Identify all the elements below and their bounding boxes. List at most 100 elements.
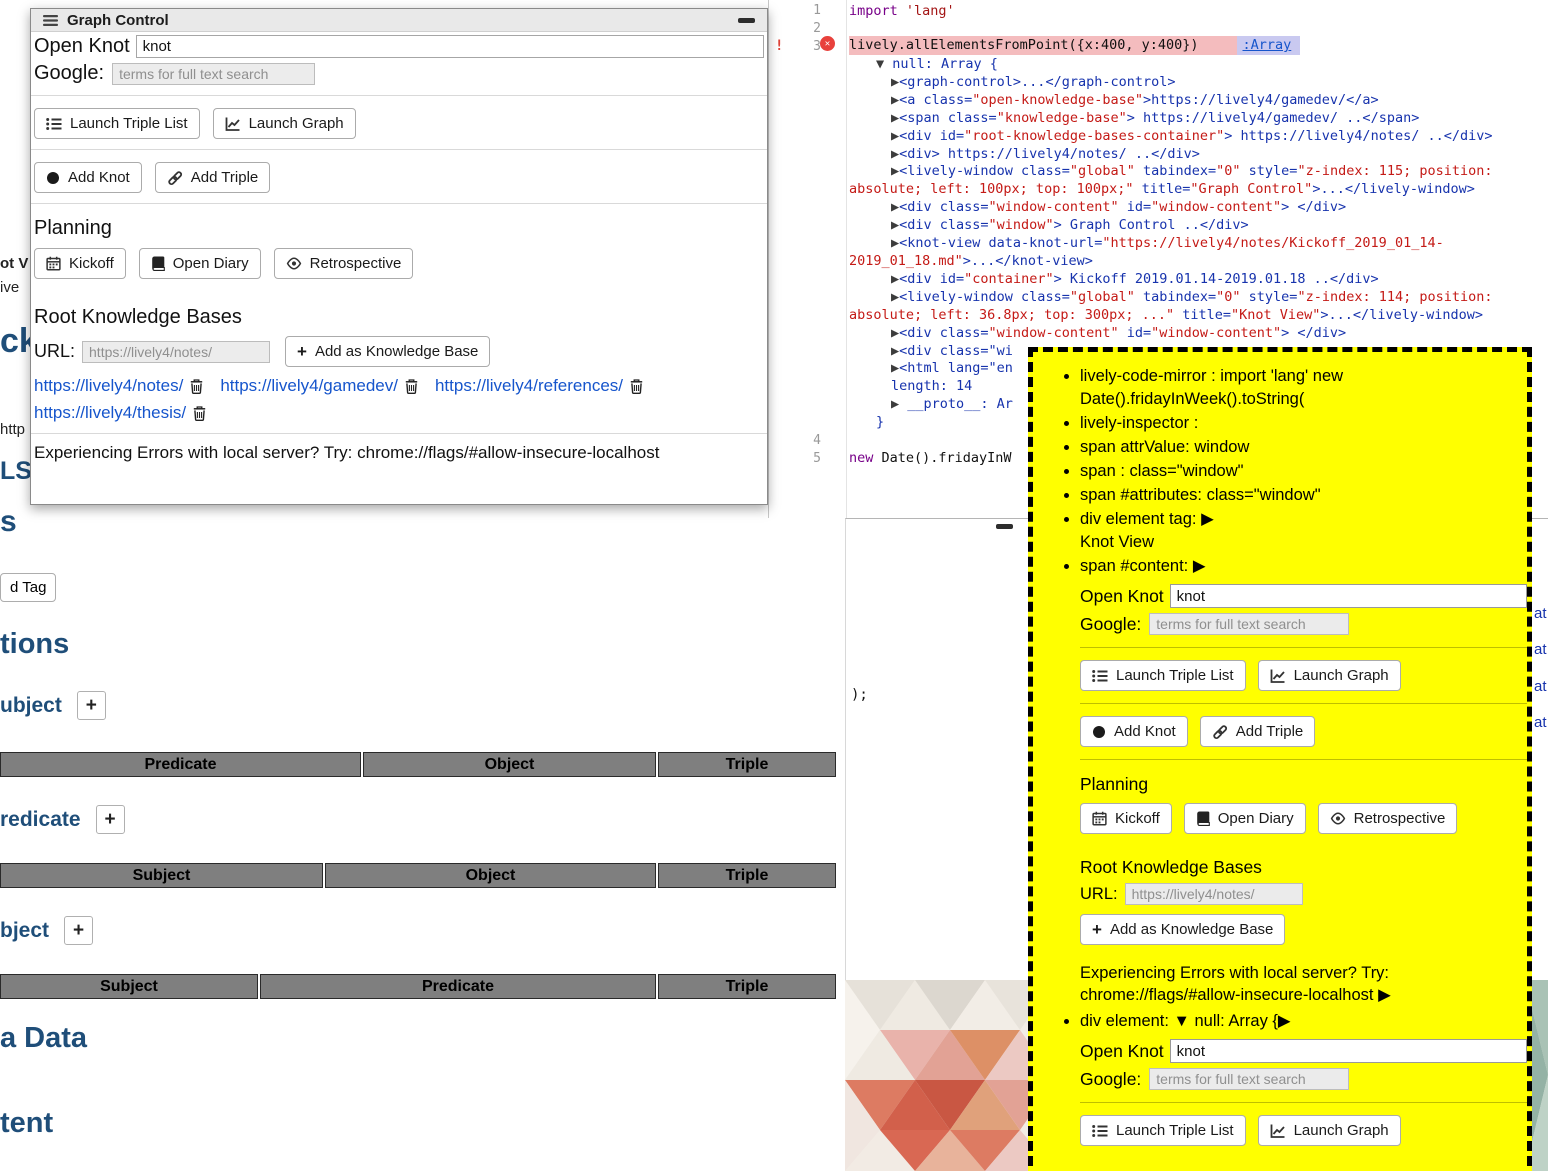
is-subject-table-header: PredicateObjectTriple	[0, 752, 840, 777]
inspector-line[interactable]: ▶<a class="open-knowledge-base">https://…	[849, 92, 1539, 110]
window-titlebar[interactable]: Graph Control	[31, 9, 767, 32]
divider	[31, 95, 767, 96]
gutter-line-number: 4	[769, 433, 821, 448]
calendar-icon	[1092, 811, 1107, 826]
debug-list: lively-code-mirror : import 'lang' new D…	[1033, 365, 1527, 1146]
add-knot-button[interactable]: Add Knot	[1080, 716, 1188, 747]
content-heading: tent	[0, 1107, 53, 1140]
inspector-line[interactable]: ▶<div id="root-knowledge-bases-container…	[849, 128, 1539, 146]
divider	[31, 149, 767, 150]
debug-item-div-element[interactable]: div element: ▼ null: Array {▶ Open Knot …	[1080, 1010, 1527, 1146]
knowledge-base-links: https://lively4/notes/https://lively4/ga…	[34, 376, 764, 423]
knots-heading-fragment: s	[0, 505, 17, 539]
debug-overlay: lively-code-mirror : import 'lang' new D…	[1028, 347, 1532, 1171]
launch-triple-list-button[interactable]: Launch Triple List	[34, 108, 200, 139]
url-label: URL:	[1080, 885, 1118, 904]
knot-view-title-fragment: ot V	[0, 255, 28, 272]
inspector-line[interactable]: ▶<graph-control>...</graph-control>	[849, 74, 1539, 92]
add-triple-button[interactable]: Add Triple	[1200, 716, 1316, 747]
inspector-line[interactable]: ▶<div id="container"> Kickoff 2019.01.14…	[849, 271, 1539, 289]
code-line-5: new Date().fridayInW	[849, 450, 1012, 466]
kickoff-button[interactable]: Kickoff	[34, 248, 126, 279]
add-knot-button[interactable]: Add Knot	[34, 162, 142, 193]
launch-graph-button[interactable]: Launch Graph	[1258, 660, 1401, 691]
google-search-input[interactable]	[112, 63, 315, 85]
is-subject-heading: ubject	[0, 694, 62, 718]
minimize-button[interactable]	[996, 524, 1013, 529]
table-header-cell: Predicate	[260, 974, 656, 999]
local-server-hint[interactable]: Experiencing Errors with local server? T…	[1080, 962, 1527, 1006]
plus-icon: +	[297, 343, 307, 360]
debug-item-div-tag[interactable]: div element tag: ▶ Knot View	[1080, 508, 1527, 554]
launch-graph-button[interactable]: Launch Graph	[213, 108, 356, 139]
expand-arrow-icon: ▶	[1378, 986, 1391, 1004]
inspector-line[interactable]: ▶<span class="knowledge-base"> https://l…	[849, 110, 1539, 128]
table-header-cell: Subject	[0, 863, 323, 888]
debug-item-span-content[interactable]: span #content: ▶ Open Knot Google: Launc…	[1080, 555, 1527, 1006]
error-highlighted-code: lively.allElementsFromPoint({x:400, y:40…	[849, 36, 1237, 55]
debug-item-inspector: lively-inspector :	[1080, 412, 1527, 435]
add-subject-button[interactable]: +	[77, 691, 106, 720]
inspector-line[interactable]: ▶<div class="window-content" id="window-…	[849, 325, 1539, 343]
open-diary-button[interactable]: Open Diary	[139, 248, 261, 279]
kb-url-input[interactable]	[82, 341, 270, 363]
chart-icon	[1270, 1123, 1286, 1139]
calendar-icon	[46, 256, 61, 271]
gutter-line-number: 5	[769, 451, 821, 466]
open-knot-input[interactable]	[136, 35, 764, 58]
gutter-line-number: 2	[769, 21, 821, 36]
open-diary-button[interactable]: Open Diary	[1184, 803, 1306, 834]
launch-triple-list-button[interactable]: Launch Triple List	[1080, 1115, 1246, 1146]
add-tag-button[interactable]: d Tag	[0, 573, 56, 602]
google-label: Google:	[1080, 1069, 1141, 1090]
trash-icon[interactable]	[193, 406, 206, 421]
retrospective-button[interactable]: Retrospective	[274, 248, 414, 279]
trash-icon[interactable]	[630, 379, 643, 394]
knowledge-base-link[interactable]: https://lively4/thesis/	[34, 403, 186, 423]
inspector-line[interactable]: ▶<lively-window class="global" tabindex=…	[849, 289, 1539, 325]
open-knot-label: Open Knot	[34, 35, 130, 58]
link-icon	[1212, 724, 1228, 740]
add-triple-button[interactable]: Add Triple	[155, 162, 271, 193]
inspector-line[interactable]: ▶<div class="window"> Graph Control ..</…	[849, 217, 1539, 235]
table-header-cell: Subject	[0, 974, 258, 999]
add-object-button[interactable]: +	[64, 916, 93, 945]
launch-triple-list-button[interactable]: Launch Triple List	[1080, 660, 1246, 691]
google-search-input[interactable]	[1149, 1068, 1349, 1090]
inspector-line[interactable]: ▶<div class="window-content" id="window-…	[849, 199, 1539, 217]
knowledge-base-link[interactable]: https://lively4/gamedev/	[220, 376, 398, 396]
embedded-graph-control-mini: Open Knot Google: Launch Triple List Lau…	[1080, 1039, 1527, 1146]
error-icon: ✕	[820, 36, 835, 51]
eye-icon	[1330, 812, 1346, 825]
google-search-input[interactable]	[1149, 613, 1349, 635]
add-knowledge-base-button[interactable]: +Add as Knowledge Base	[1080, 914, 1285, 945]
trash-icon[interactable]	[405, 379, 418, 394]
open-knot-label: Open Knot	[1080, 586, 1164, 607]
inspector-line[interactable]: ▶<knot-view data-knot-url="https://livel…	[849, 235, 1539, 271]
gutter-divider	[846, 0, 847, 518]
kickoff-button[interactable]: Kickoff	[1080, 803, 1172, 834]
inspector-line[interactable]: ▶<div> https://lively4/notes/ ..</div>	[849, 146, 1539, 164]
open-knot-input[interactable]	[1170, 1039, 1527, 1063]
knowledge-base-link[interactable]: https://lively4/notes/	[34, 376, 183, 396]
minimize-button[interactable]	[738, 18, 755, 23]
hamburger-icon[interactable]	[43, 14, 58, 27]
text-fragment: at	[1534, 714, 1548, 731]
knowledge-base-link[interactable]: https://lively4/references/	[435, 376, 623, 396]
trash-icon[interactable]	[190, 379, 203, 394]
launch-graph-button[interactable]: Launch Graph	[1258, 1115, 1401, 1146]
open-knot-input[interactable]	[1170, 584, 1527, 608]
google-label: Google:	[1080, 614, 1141, 635]
screen: ot V ive ck http LS s d Tag tions ubject…	[0, 0, 1548, 1171]
list-icon	[1092, 1123, 1108, 1139]
inspector-line[interactable]: ▶<lively-window class="global" tabindex=…	[849, 163, 1539, 199]
add-knowledge-base-button[interactable]: +Add as Knowledge Base	[285, 336, 490, 367]
graph-control-window: Graph Control Open Knot Google: Launch T…	[30, 8, 768, 505]
text-fragment: at	[1534, 641, 1548, 658]
retrospective-button[interactable]: Retrospective	[1318, 803, 1458, 834]
array-type-link[interactable]: :Array	[1243, 37, 1292, 53]
divider	[1080, 759, 1527, 760]
add-predicate-button[interactable]: +	[96, 805, 125, 834]
inspector-root-line[interactable]: ▼ null: Array {	[849, 56, 1539, 74]
kb-url-input[interactable]	[1125, 883, 1303, 905]
